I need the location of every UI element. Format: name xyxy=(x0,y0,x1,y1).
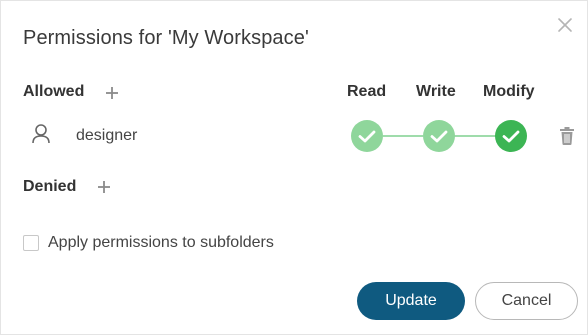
read-column-header: Read xyxy=(347,83,387,100)
read-permission-check-icon[interactable] xyxy=(351,120,383,152)
close-icon[interactable] xyxy=(555,15,575,35)
dialog-title: Permissions for 'My Workspace' xyxy=(23,27,309,49)
user-name: designer xyxy=(76,127,138,144)
write-column-header: Write xyxy=(416,83,456,100)
modify-column-header: Modify xyxy=(483,83,535,100)
permission-row: designer xyxy=(1,117,588,157)
modify-permission-check-icon[interactable] xyxy=(495,120,527,152)
update-button[interactable]: Update xyxy=(357,282,465,320)
permission-connector xyxy=(383,135,423,137)
add-denied-plus-icon[interactable] xyxy=(97,180,111,194)
apply-subfolders-checkbox[interactable] xyxy=(23,235,39,251)
permissions-dialog: Permissions for 'My Workspace' Allowed R… xyxy=(0,0,588,335)
apply-subfolders-label[interactable]: Apply permissions to subfolders xyxy=(48,234,274,252)
denied-label: Denied xyxy=(23,178,77,195)
allowed-label: Allowed xyxy=(23,83,85,100)
add-allowed-plus-icon[interactable] xyxy=(105,86,119,100)
permission-connector xyxy=(454,135,496,137)
delete-trash-icon[interactable] xyxy=(558,126,576,146)
user-icon xyxy=(31,123,51,145)
cancel-button[interactable]: Cancel xyxy=(475,282,578,320)
write-permission-check-icon[interactable] xyxy=(423,120,455,152)
